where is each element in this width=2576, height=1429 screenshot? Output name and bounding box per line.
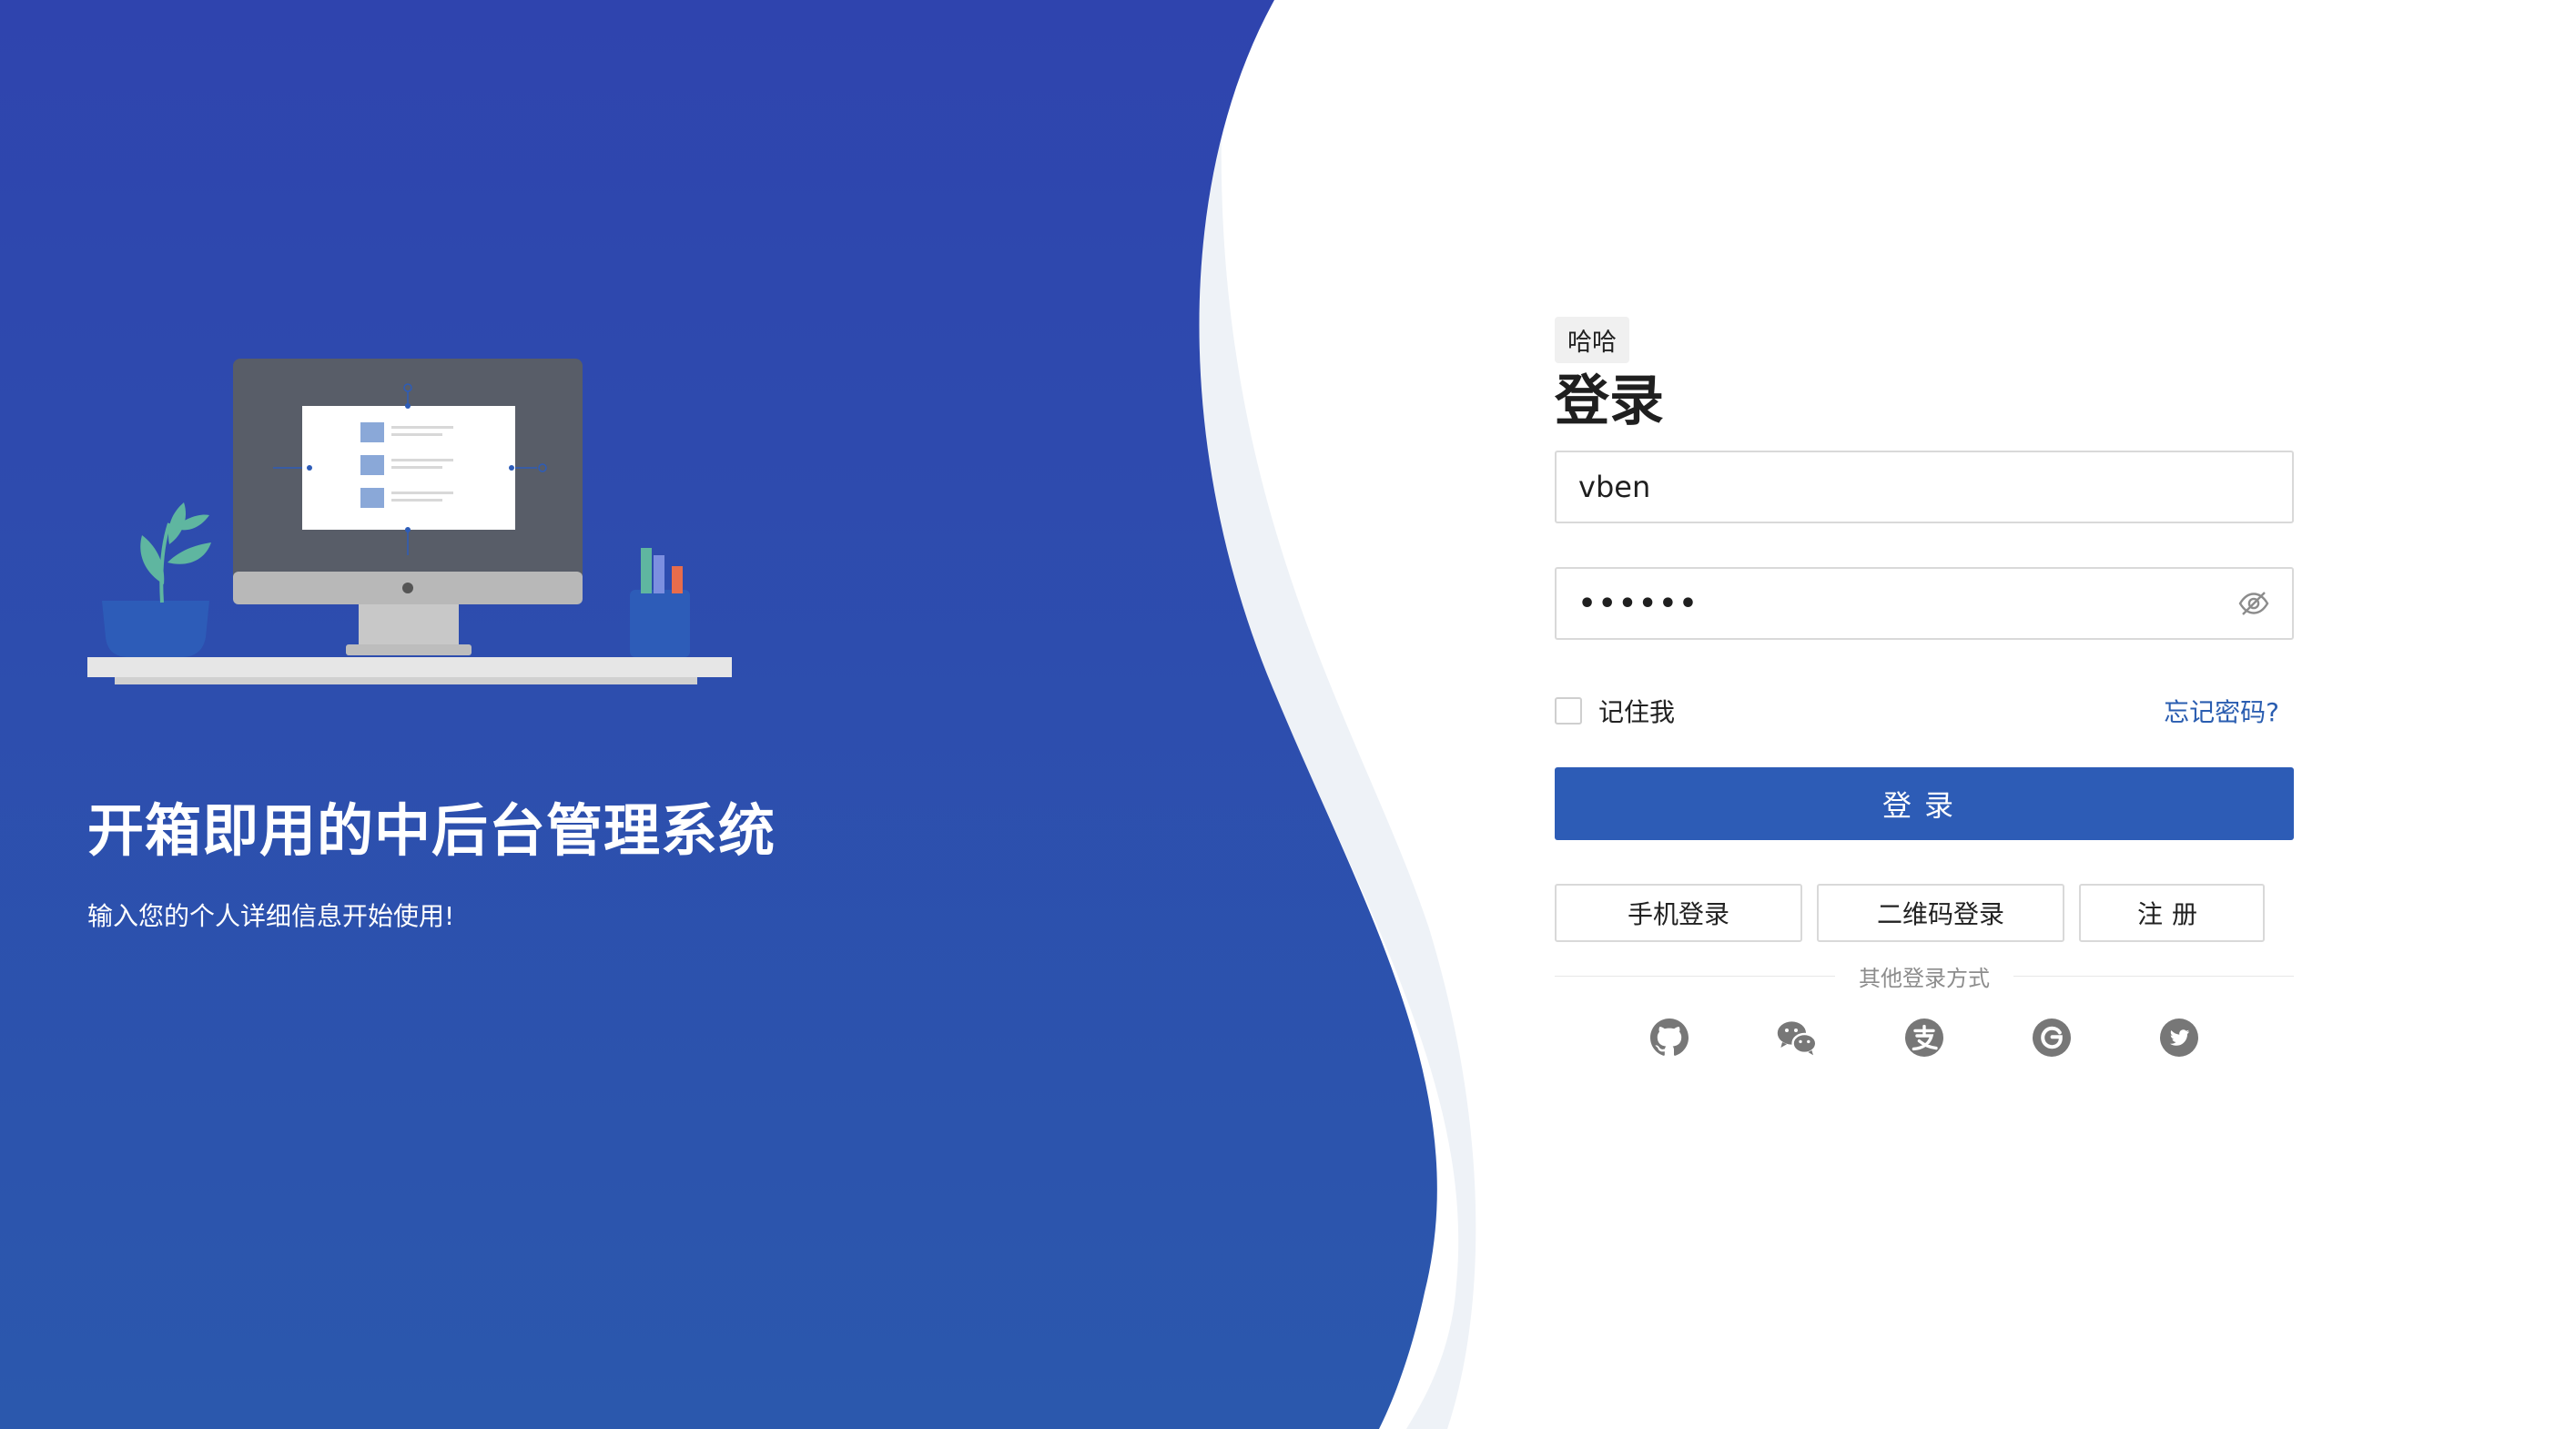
github-icon[interactable]	[1648, 1016, 1691, 1059]
alipay-icon[interactable]	[1902, 1016, 1946, 1059]
wechat-icon[interactable]	[1775, 1016, 1819, 1059]
qrcode-login-button[interactable]: 二维码登录	[1817, 884, 2064, 942]
other-methods-divider: 其他登录方式	[1555, 960, 2294, 992]
divider-line-left	[1555, 976, 1835, 977]
login-title: 登录	[1555, 370, 1664, 433]
app-tag: 哈哈	[1555, 317, 1629, 363]
login-form: 哈哈 登录 vben •••••• 记住我 忘记密码? 登录 手机登录 二维码登…	[1555, 317, 2294, 1059]
remember-checkbox[interactable]	[1555, 697, 1582, 725]
remember-me[interactable]: 记住我	[1555, 693, 1675, 729]
hero-title: 开箱即用的中后台管理系统	[87, 797, 776, 864]
forgot-password-link[interactable]: 忘记密码?	[2164, 693, 2279, 729]
google-icon[interactable]	[2030, 1016, 2074, 1059]
hero-subtitle: 输入您的个人详细信息开始使用!	[87, 901, 455, 931]
login-page: 开箱即用的中后台管理系统 输入您的个人详细信息开始使用! 哈哈 登录 vben …	[0, 0, 2576, 1429]
other-methods-label: 其他登录方式	[1859, 966, 1990, 991]
password-input[interactable]: ••••••	[1555, 567, 2294, 640]
password-value: ••••••	[1578, 587, 1700, 620]
eye-invisible-icon[interactable]	[2237, 587, 2270, 620]
register-button[interactable]: 注册	[2079, 884, 2265, 942]
username-input[interactable]: vben	[1555, 451, 2294, 523]
remember-label: 记住我	[1598, 697, 1676, 727]
login-button[interactable]: 登录	[1555, 767, 2294, 840]
divider-line-right	[2013, 976, 2294, 977]
username-value: vben	[1578, 470, 1651, 504]
alt-login-row: 手机登录 二维码登录 注册	[1555, 884, 2294, 942]
desk-computer-illustration	[87, 359, 732, 684]
twitter-icon[interactable]	[2157, 1016, 2201, 1059]
social-login-icons	[1555, 1016, 2294, 1059]
options-row: 记住我 忘记密码?	[1555, 693, 2294, 729]
mobile-login-button[interactable]: 手机登录	[1555, 884, 1802, 942]
